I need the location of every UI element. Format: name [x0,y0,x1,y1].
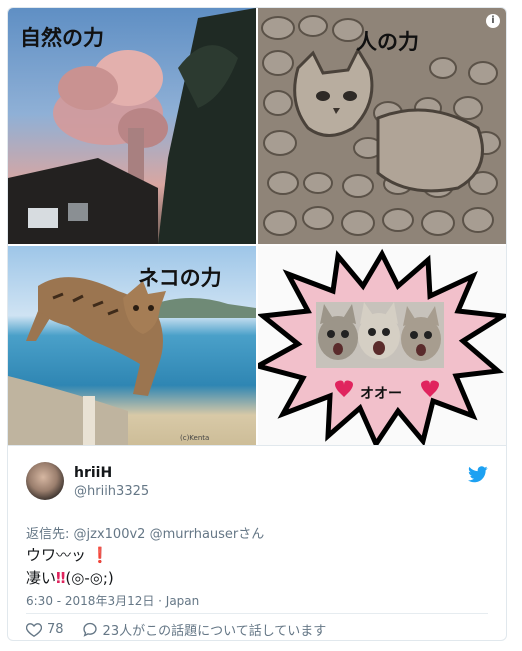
like-count: 78 [47,622,64,637]
nature-panel: 自然の力 [8,8,256,244]
jumping-cat-panel: ネコの力 (c)Kenta [8,246,256,445]
nature-title: 自然の力 [20,26,104,50]
heart-icon [26,623,42,637]
comic-burst-illustration [258,248,506,445]
photo-credit: (c)Kenta [180,434,210,442]
like-button[interactable]: 78 [26,622,64,637]
reply-mentions[interactable]: @jzx100v2 @murrhauserさん [74,527,265,542]
reply-prefix: 返信先: [26,527,70,542]
stone-cat-panel: 人の力 i [258,8,506,244]
surprised-cats-panel: オオー [258,246,506,445]
tweet-card: 自然の力 人の力 i ネコの力 (c)Kenta オオー hriiH @hrii… [7,7,507,641]
exclaim-text: オオー [360,386,402,402]
info-icon[interactable]: i [486,14,500,28]
image-grid[interactable]: 自然の力 人の力 i ネコの力 (c)Kenta オオー [8,8,506,445]
tweet-text-2: 凄い [26,569,57,587]
user-handle[interactable]: @hriih3325 [74,484,149,499]
reply-bubble-icon [82,622,97,637]
exclamation-emoji-icon: ❗ [90,546,110,564]
tweet-actions: 78 23人がこの話題について話しています [26,620,338,639]
reply-context: 返信先: @jzx100v2 @murrhauserさん [26,523,264,542]
display-name[interactable]: hriiH [74,465,112,481]
avatar[interactable] [26,462,64,500]
divider [26,613,488,614]
tweet-timestamp[interactable]: 6:30 - 2018年3月12日 · Japan [26,592,199,609]
tweet-text-1: ウワ〰ッ [26,546,87,564]
twitter-bird-icon[interactable] [468,466,488,487]
tweet-body: hriiH @hriih3325 返信先: @jzx100v2 @murrhau… [8,445,506,640]
tweet-text-line2: 凄い‼(◎-◎;) [26,567,114,588]
tweet-text-line1: ウワ〰ッ ❗ [26,544,109,565]
conversation-link[interactable]: 23人がこの話題について話しています [82,620,327,639]
conversation-text: 23人がこの話題について話しています [102,624,327,639]
tweet-text-face: (◎-◎;) [65,569,114,587]
cat-title: ネコの力 [138,266,222,290]
double-exclamation-emoji-icon: ‼ [56,569,66,587]
human-title: 人の力 [356,30,419,54]
